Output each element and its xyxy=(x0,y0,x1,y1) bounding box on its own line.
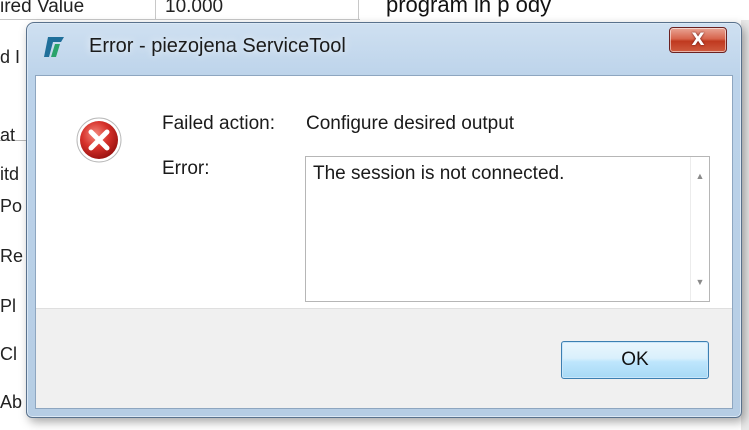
ok-button[interactable]: OK xyxy=(561,341,709,379)
dialog-title: Error - piezojena ServiceTool xyxy=(89,35,346,57)
background-top-text: program in p ody xyxy=(386,0,552,17)
background-grid-value: 10.000 xyxy=(165,0,224,17)
scroll-up-icon[interactable]: ▲ xyxy=(691,167,709,185)
error-dialog: Error - piezojena ServiceTool X Failed a… xyxy=(26,22,742,418)
background-grid-label: ired Value xyxy=(0,0,85,17)
title-bar[interactable]: Error - piezojena ServiceTool X xyxy=(27,23,741,75)
button-bar: OK xyxy=(36,308,732,408)
background-grid-row: ired Value 10.000 xyxy=(0,0,360,20)
scroll-down-icon[interactable]: ▼ xyxy=(691,273,709,291)
message-area: Failed action: Configure desired output … xyxy=(36,76,732,308)
grid-separator xyxy=(155,0,156,20)
error-message-scrollbar[interactable]: ▲ ▼ xyxy=(690,157,709,301)
failed-action-label: Failed action: xyxy=(162,113,276,134)
background-right-edge xyxy=(741,20,749,430)
grid-separator xyxy=(358,0,359,20)
app-icon xyxy=(43,35,65,59)
close-icon: X xyxy=(691,29,705,50)
close-button[interactable]: X xyxy=(669,27,727,53)
dialog-client-area: Failed action: Configure desired output … xyxy=(35,75,733,409)
error-message-text: The session is not connected. xyxy=(313,163,565,184)
error-icon xyxy=(75,116,123,164)
error-label: Error: xyxy=(162,158,210,179)
failed-action-value: Configure desired output xyxy=(306,113,515,134)
error-message-box[interactable]: The session is not connected. ▲ ▼ xyxy=(305,156,710,302)
